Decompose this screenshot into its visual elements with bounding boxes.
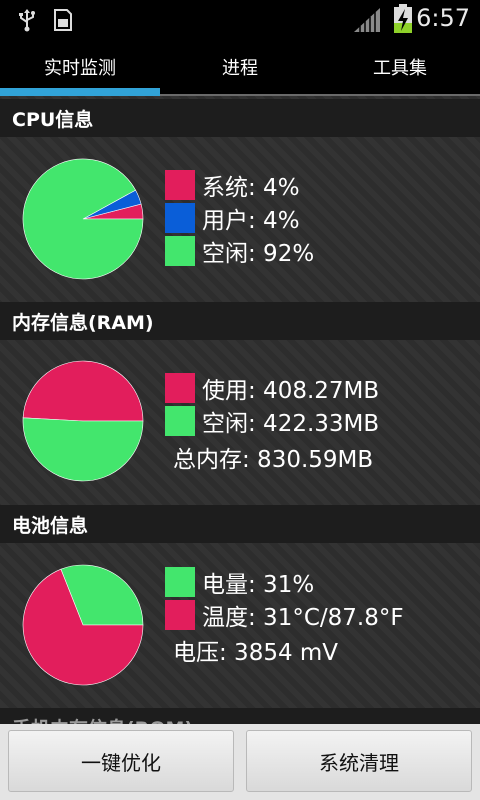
legend-label: 空闲: 92% — [202, 241, 315, 267]
usb-icon — [19, 9, 35, 32]
ram-slice-1 — [22, 417, 144, 482]
legend-swatch — [165, 373, 195, 403]
status-time: 6:57 — [416, 4, 470, 32]
signal-icon — [354, 8, 380, 32]
cpu-section-title: CPU信息 — [0, 99, 480, 137]
legend-swatch — [165, 567, 195, 597]
system-clean-button[interactable]: 系统清理 — [246, 730, 472, 792]
status-bar: 6:57 — [0, 0, 480, 38]
ram-legend-used: 使用: 408.27MB — [165, 372, 379, 404]
ram-legend-free: 空闲: 422.33MB — [165, 405, 379, 437]
legend-swatch — [165, 203, 195, 233]
active-tab-indicator — [0, 88, 160, 96]
tab-processes[interactable]: 进程 — [160, 38, 320, 96]
bottom-action-bar: 一键优化 系统清理 — [0, 724, 480, 800]
legend-label: 电量: 31% — [202, 572, 315, 598]
ram-slice-0 — [22, 360, 144, 422]
rom-section-title: 手机内存信息(ROM) — [0, 708, 480, 724]
ram-total: 总内存: 830.59MB — [173, 447, 374, 473]
ram-section-title: 内存信息(RAM) — [0, 302, 480, 340]
battery-section-title: 电池信息 — [0, 505, 480, 543]
legend-swatch — [165, 170, 195, 200]
legend-label: 使用: 408.27MB — [202, 378, 380, 404]
legend-swatch — [165, 406, 195, 436]
cpu-legend-idle: 空闲: 92% — [165, 235, 314, 267]
legend-label: 用户: 4% — [202, 208, 300, 234]
legend-label: 系统: 4% — [202, 175, 300, 201]
cpu-pie-chart — [22, 158, 144, 280]
legend-swatch — [165, 236, 195, 266]
battery-legend-level: 电量: 31% — [165, 566, 314, 598]
ram-pie-chart — [22, 360, 144, 482]
battery-pie-chart — [22, 564, 144, 686]
cpu-legend-system: 系统: 4% — [165, 169, 300, 201]
sd-card-icon — [54, 9, 72, 31]
legend-label: 温度: 31°C/87.8°F — [202, 605, 404, 631]
cpu-legend-user: 用户: 4% — [165, 202, 300, 234]
legend-label: 空闲: 422.33MB — [202, 411, 380, 437]
optimize-button[interactable]: 一键优化 — [8, 730, 234, 792]
battery-charging-icon — [394, 4, 412, 33]
cpu-slice-2 — [22, 158, 144, 280]
legend-swatch — [165, 600, 195, 630]
battery-legend-temperature: 温度: 31°C/87.8°F — [165, 599, 404, 631]
battery-voltage: 电压: 3854 mV — [173, 640, 339, 666]
tab-toolset[interactable]: 工具集 — [320, 38, 480, 96]
monitor-content[interactable]: CPU信息 系统: 4% 用户: 4% 空闲: 92% 内存信息(RAM) 使用… — [0, 96, 480, 724]
